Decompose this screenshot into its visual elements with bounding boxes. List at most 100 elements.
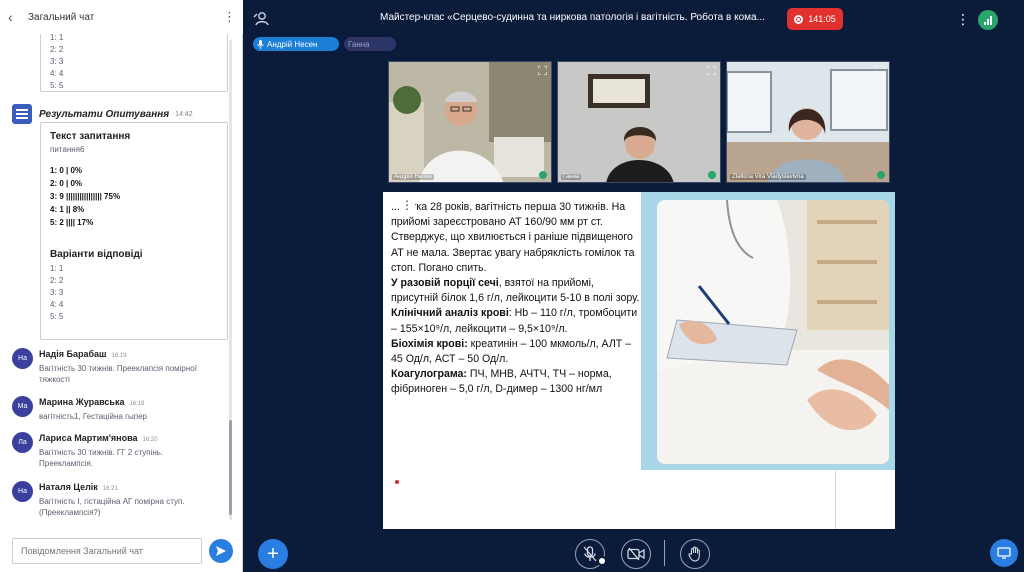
poll-option: 3: 3 <box>50 57 64 66</box>
message-author: Марина Журавська 16:19 <box>39 397 145 407</box>
mic-icon <box>877 171 885 179</box>
poll-header: Результати Опитування 14:42 <box>12 104 193 124</box>
avatar: На <box>12 481 33 502</box>
chat-title: Загальний чат <box>28 11 95 23</box>
more-vertical-icon[interactable]: ⋮ <box>956 11 970 28</box>
poll-option: 5: 5 <box>50 81 64 90</box>
camera-off-icon <box>627 547 645 561</box>
more-vertical-icon[interactable]: ⋮ <box>223 9 236 25</box>
message-text: Вагітність І, гістаційна АГ помірна ступ… <box>39 497 185 517</box>
message-author: Надія Барабаш 16:19 <box>39 349 127 359</box>
poll-option: 1: 1 <box>50 34 64 42</box>
doctor-consultation-image <box>657 200 889 464</box>
poll-time: 14:42 <box>175 110 193 118</box>
poll-option: 2: 2 <box>50 45 64 54</box>
message-text: Вагітність 30 тижнів. Прееклапсія помірн… <box>39 364 197 384</box>
mic-icon <box>257 39 264 49</box>
chat-messages[interactable]: 1: 1 2: 2 3: 3 4: 4 5: 5 Результати Опит… <box>0 34 243 524</box>
message-time: 16:19 <box>111 353 127 359</box>
poll-icon <box>12 104 32 124</box>
video-tile[interactable]: Ганна <box>557 61 721 183</box>
poll-answer: 1: 1 <box>50 264 64 273</box>
slide-paragraph: Клінічний аналіз крові: Hb – 110 г/л, тр… <box>391 307 638 335</box>
more-vertical-icon[interactable]: ⋮ <box>399 198 415 212</box>
message-text: вагітність1, Гестаційна гыпер <box>39 412 147 421</box>
slide-paragraph: Біохімія крові: креатинін – 100 мкмоль/л… <box>391 337 632 366</box>
poll-answer: 4: 4 <box>50 300 64 309</box>
poll-answer: 2: 2 <box>50 276 64 285</box>
chat-message-input[interactable] <box>12 538 202 564</box>
question-text: питання6 <box>50 145 85 154</box>
plus-icon: + <box>267 542 279 565</box>
slide-paragraph: Стверджує, що хвилюється і раніше підвищ… <box>391 231 635 274</box>
controls-divider <box>664 540 665 566</box>
poll-title: Результати Опитування <box>39 108 170 120</box>
chat-message: Ла Лариса Мартим'янова 16:20 Вагітність 3… <box>12 432 227 472</box>
send-icon <box>216 546 226 556</box>
mic-icon <box>539 171 547 179</box>
message-author: Лариса Мартим'янова 16:20 <box>39 433 158 443</box>
poll-option: 4: 4 <box>50 69 64 78</box>
signal-icon[interactable] <box>978 10 998 30</box>
chat-panel: ‹ Загальний чат ⋮ 1: 1 2: 2 3: 3 4: 4 5:… <box>0 0 243 572</box>
poll-result: 1: 0 | 0% <box>50 166 83 175</box>
participant-name: Ганна <box>561 174 582 180</box>
add-button[interactable]: + <box>258 539 288 569</box>
screen-share-button[interactable] <box>990 539 1018 567</box>
recording-badge[interactable]: 141:05 <box>787 8 843 30</box>
poll-results-card: Текст запитання питання6 1: 0 | 0% 2: 0 … <box>40 122 228 340</box>
slide-text: ...ентка 28 років, вагітність перша 30 т… <box>391 200 641 398</box>
expand-icon[interactable] <box>876 66 885 75</box>
poll-result: 5: 2 |||| 17% <box>50 218 94 227</box>
presentation-slide: ...ентка 28 років, вагітність перша 30 т… <box>383 192 895 529</box>
mic-icon <box>708 171 716 179</box>
slide-paragraph: Коагулограма: ПЧ, МНВ, АЧТЧ, ТЧ – норма,… <box>391 368 612 396</box>
record-icon <box>794 14 804 24</box>
video-tile[interactable]: Андрій Несен <box>388 61 552 183</box>
recording-timer: 141:05 <box>808 14 836 24</box>
screen-share-icon <box>997 547 1011 559</box>
poll-answer: 3: 3 <box>50 288 64 297</box>
avatar: Ла <box>12 432 33 453</box>
chat-scrollbar-thumb[interactable] <box>229 420 232 515</box>
message-author: Наталя Целік 16:21 <box>39 482 118 492</box>
camera-toggle-button[interactable] <box>621 539 651 569</box>
conference-title: Майстер-клас «Серцево-судинна та ниркова… <box>380 12 765 23</box>
answers-heading: Варіанти відповіді <box>50 249 143 260</box>
slide-paragraph: ...ентка 28 років, вагітність перша 30 т… <box>391 201 626 229</box>
raise-hand-button[interactable] <box>680 539 710 569</box>
slide-bullet-marker <box>395 480 399 484</box>
poll-answer: 5: 5 <box>50 312 64 321</box>
avatar: Ма <box>12 396 33 417</box>
participant-name: Zlatkina Vira Vladyslavivna <box>730 174 806 180</box>
chat-message: Ма Марина Журавська 16:19 вагітність1, Ге… <box>12 396 227 426</box>
raise-hand-icon <box>688 546 700 562</box>
message-time: 16:19 <box>129 401 145 407</box>
message-text: Вагітність 30 тижнів. ГГ 2 ступінь. Прее… <box>39 448 164 468</box>
mic-off-icon <box>583 546 597 562</box>
expand-icon[interactable] <box>538 66 547 75</box>
chat-message: На Надія Барабаш 16:19 Вагітність 30 тижн… <box>12 348 227 388</box>
send-button[interactable] <box>209 539 233 563</box>
slide-paragraph: У разовій порції сечі, взятої на прийомі… <box>391 277 640 305</box>
avatar: На <box>12 348 33 369</box>
question-heading: Текст запитання <box>50 131 131 142</box>
poll-result: 2: 0 | 0% <box>50 179 83 188</box>
chat-message: На Наталя Целік 16:21 Вагітність І, гіста… <box>12 481 227 521</box>
message-time: 16:21 <box>102 486 118 492</box>
chat-footer <box>0 528 243 572</box>
speaker-tag: Ганна <box>344 37 396 51</box>
message-time: 16:20 <box>142 437 158 443</box>
video-tile[interactable]: Zlatkina Vira Vladyslavivna <box>726 61 890 183</box>
poll-result: 4: 1 || 8% <box>50 205 85 214</box>
chat-header: ‹ Загальний чат ⋮ <box>0 0 243 34</box>
poll-result: 3: 9 |||||||||||||||| 75% <box>50 192 121 201</box>
slide-footer <box>383 470 895 529</box>
chevron-left-icon[interactable]: ‹ <box>8 9 24 25</box>
mic-status-indicator <box>597 556 607 566</box>
participant-name: Андрій Несен <box>392 174 434 180</box>
speaker-tag-active: Андрій Несен <box>253 37 339 51</box>
previous-poll-card: 1: 1 2: 2 3: 3 4: 4 5: 5 <box>40 34 228 92</box>
expand-icon[interactable] <box>707 66 716 75</box>
participants-icon[interactable] <box>252 10 270 33</box>
